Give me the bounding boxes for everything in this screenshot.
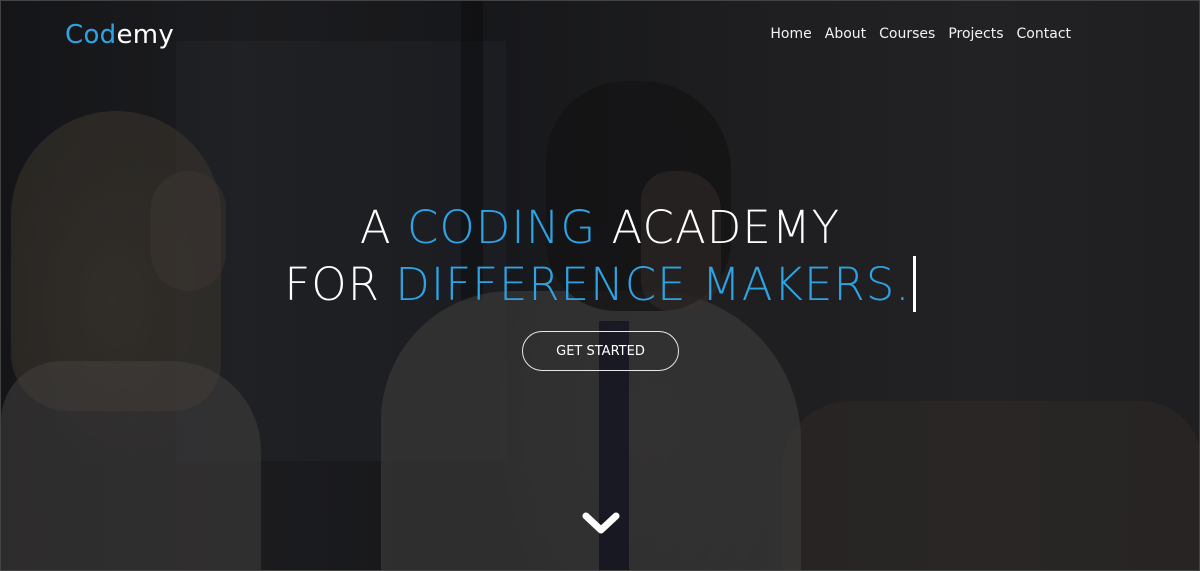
nav-home[interactable]: Home xyxy=(770,26,811,42)
logo-text-start: Co xyxy=(65,20,100,50)
nav-projects[interactable]: Projects xyxy=(948,26,1003,42)
nav-about[interactable]: About xyxy=(825,26,866,42)
typing-cursor xyxy=(912,256,916,312)
scroll-down-button[interactable] xyxy=(580,509,622,537)
hero-headline: A CODING ACADEMY FOR DIFFERENCE MAKERS. xyxy=(1,199,1199,313)
headline-highlight-coding: CODING xyxy=(406,201,597,254)
headline-word-academy: ACADEMY xyxy=(596,201,841,254)
get-started-button[interactable]: GET STARTED xyxy=(522,331,679,371)
headline-word-for: FOR xyxy=(284,258,396,311)
headline-highlight-difference-makers: DIFFERENCE MAKERS. xyxy=(395,258,911,311)
nav-courses[interactable]: Courses xyxy=(879,26,935,42)
brand-logo[interactable]: Codemy xyxy=(65,20,174,50)
chevron-down-icon xyxy=(582,512,620,534)
nav-contact[interactable]: Contact xyxy=(1017,26,1071,42)
main-nav: Home About Courses Projects Contact xyxy=(770,26,1071,42)
headline-line-2: FOR DIFFERENCE MAKERS. xyxy=(284,256,916,312)
logo-text-end: emy xyxy=(116,20,175,50)
headline-word-a: A xyxy=(359,201,407,254)
headline-line-1: A CODING ACADEMY xyxy=(360,201,840,254)
hero-section: Codemy Home About Courses Projects Conta… xyxy=(0,0,1200,571)
logo-text-accent: d xyxy=(99,20,117,50)
